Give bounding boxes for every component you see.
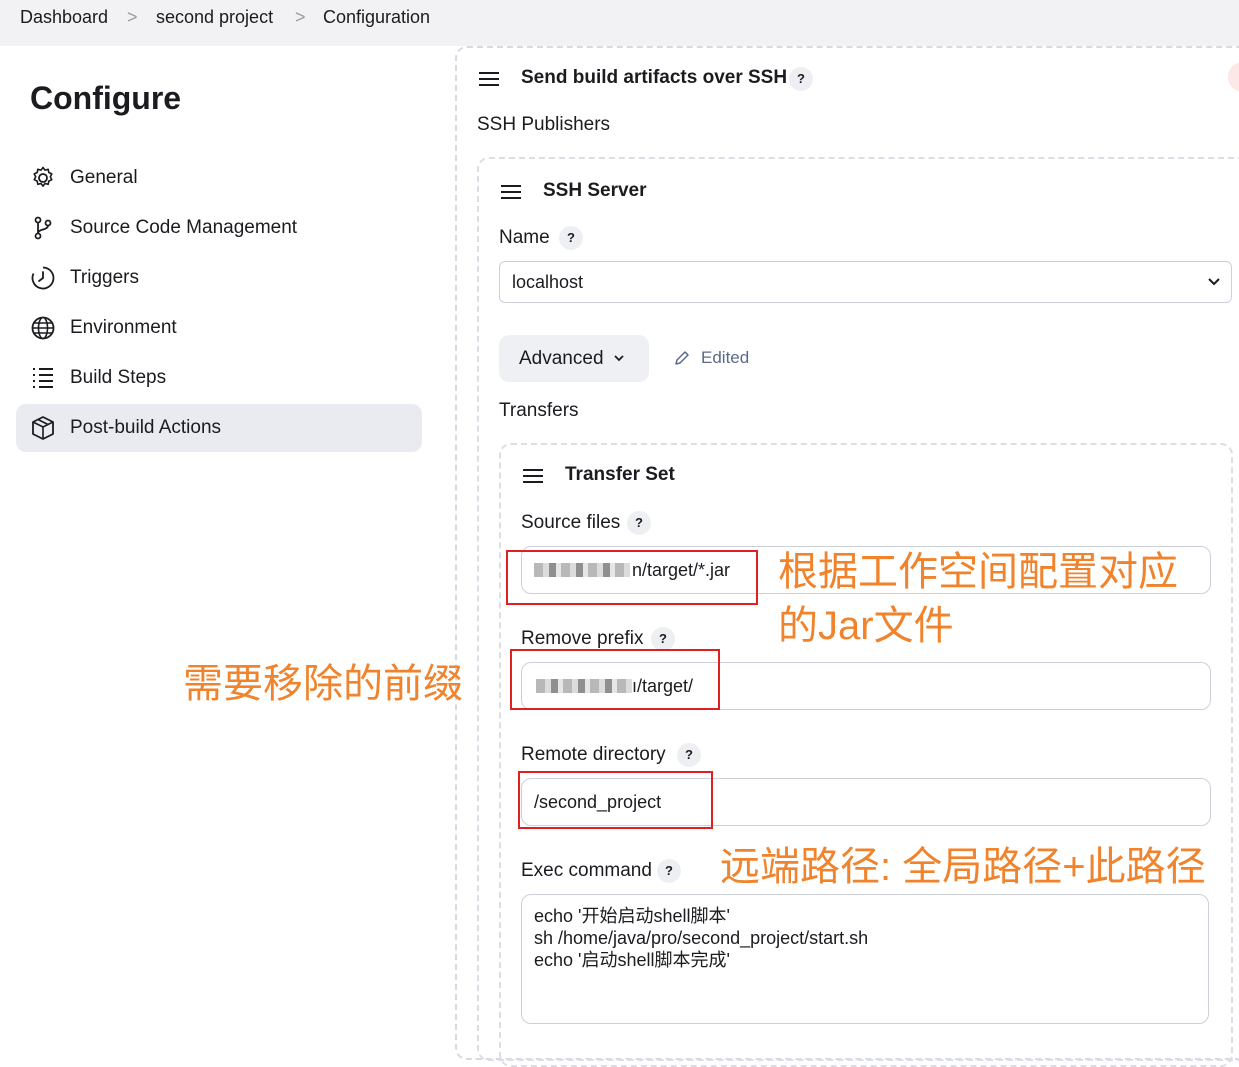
advanced-button[interactable]: Advanced — [499, 335, 649, 382]
highlight-box — [518, 771, 713, 829]
breadcrumb-configuration[interactable]: Configuration — [323, 7, 430, 28]
help-icon[interactable]: ? — [677, 743, 701, 767]
exec-command-textarea[interactable]: echo '开始启动shell脚本' sh /home/java/pro/sec… — [521, 894, 1209, 1024]
help-icon[interactable]: ? — [627, 511, 651, 535]
chevron-down-icon — [614, 355, 624, 362]
highlight-box — [506, 550, 758, 605]
list-icon — [33, 368, 53, 388]
help-icon[interactable]: ? — [789, 67, 813, 91]
name-select[interactable]: localhost — [499, 261, 1232, 303]
sidebar-item-label: Environment — [70, 317, 177, 338]
drag-handle-icon[interactable] — [501, 185, 521, 199]
help-icon[interactable]: ? — [651, 627, 675, 651]
advanced-button-label: Advanced — [519, 348, 604, 369]
breadcrumb-dashboard[interactable]: Dashboard — [20, 7, 108, 28]
highlight-box — [510, 649, 720, 710]
exec-command-label: Exec command — [521, 860, 652, 881]
clock-icon — [31, 266, 55, 290]
annotation-remote: 远端路径: 全局路径+此路径 — [720, 845, 1206, 889]
sidebar-item-post-build-actions[interactable]: Post-build Actions — [16, 404, 422, 452]
drag-handle-icon[interactable] — [523, 469, 543, 483]
gear-icon — [33, 166, 53, 187]
name-select-value: localhost — [512, 272, 584, 292]
page-title: Configure — [30, 80, 182, 116]
source-files-label: Source files — [521, 512, 621, 533]
sidebar-item-label: Post-build Actions — [70, 417, 222, 438]
remove-prefix-label: Remove prefix — [521, 628, 644, 649]
sidebar-item-label: Build Steps — [70, 367, 167, 388]
annotation-source-line2: 的Jar文件 — [778, 604, 954, 648]
pencil-icon — [675, 351, 689, 365]
ssh-server-title: SSH Server — [543, 180, 647, 201]
annotation-prefix: 需要移除的前缀 — [183, 662, 463, 706]
sidebar-item-triggers[interactable]: Triggers — [16, 254, 422, 302]
sidebar-item-label: Triggers — [70, 267, 139, 288]
remote-directory-label: Remote directory — [521, 744, 666, 765]
section-title: Send build artifacts over SSH — [521, 67, 788, 88]
chevron-down-icon — [1208, 278, 1220, 286]
annotation-source-line1: 根据工作空间配置对应 — [778, 550, 1178, 594]
name-label: Name — [499, 227, 550, 248]
edited-label: Edited — [701, 348, 750, 367]
breadcrumb-project[interactable]: second project — [156, 7, 273, 28]
branch-icon — [34, 216, 52, 240]
sidebar-item-environment[interactable]: Environment — [16, 304, 422, 352]
drag-handle-icon[interactable] — [479, 72, 499, 86]
sidebar-item-label: General — [70, 167, 138, 188]
globe-icon — [31, 316, 55, 340]
help-icon[interactable]: ? — [559, 226, 583, 250]
sidebar-item-general[interactable]: General — [16, 154, 422, 202]
package-icon — [32, 416, 54, 440]
sidebar-item-source-code-management[interactable]: Source Code Management — [16, 204, 422, 252]
sidebar-item-build-steps[interactable]: Build Steps — [16, 354, 422, 402]
sidebar-item-label: Source Code Management — [70, 217, 298, 238]
ssh-publishers-label: SSH Publishers — [477, 114, 611, 135]
breadcrumb-separator-icon: > — [295, 7, 306, 27]
help-icon[interactable]: ? — [657, 859, 681, 883]
transfers-label: Transfers — [499, 400, 579, 421]
transfer-set-title: Transfer Set — [565, 464, 675, 485]
breadcrumb-separator-icon: > — [127, 7, 138, 27]
